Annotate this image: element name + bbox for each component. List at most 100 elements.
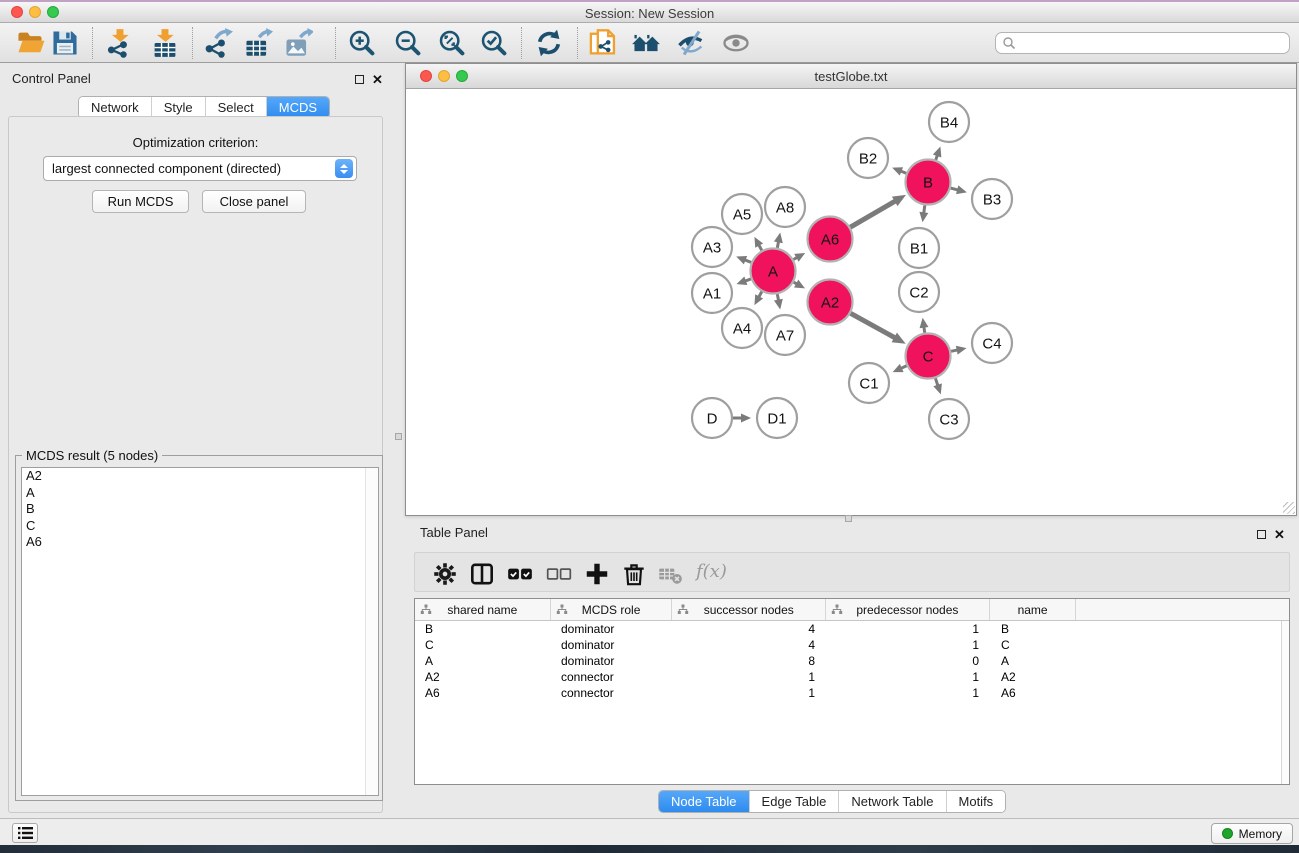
mcds-result-item[interactable]: A2 — [22, 468, 378, 485]
table-cell[interactable]: 1 — [673, 685, 827, 701]
select-all-button[interactable] — [506, 560, 534, 588]
network-edge[interactable] — [951, 350, 958, 351]
table-row[interactable]: Adominator80A — [415, 653, 1289, 669]
import-network-button[interactable] — [105, 28, 135, 58]
close-panel-icon[interactable]: ✕ — [1274, 529, 1285, 540]
network-edge[interactable] — [850, 201, 895, 227]
tab-edge-table[interactable]: Edge Table — [749, 791, 839, 812]
table-cell[interactable]: B — [991, 621, 1078, 637]
table-cell[interactable]: 4 — [673, 621, 827, 637]
search-input[interactable] — [1016, 34, 1289, 52]
show-all-networks-button[interactable] — [631, 28, 661, 58]
tab-network[interactable]: Network — [79, 97, 151, 118]
mcds-result-item[interactable]: A — [22, 485, 378, 502]
column-header[interactable]: successor nodes — [672, 599, 826, 620]
memory-button[interactable]: Memory — [1211, 823, 1293, 844]
table-cell[interactable]: 1 — [827, 685, 991, 701]
mcds-result-item[interactable]: A6 — [22, 534, 378, 551]
tab-motifs[interactable]: Motifs — [946, 791, 1006, 812]
table-cell[interactable]: 8 — [673, 653, 827, 669]
table-cell[interactable]: connector — [551, 685, 673, 701]
deselect-all-button[interactable] — [545, 560, 573, 588]
table-cell[interactable]: A6 — [415, 685, 551, 701]
split-divider-handle[interactable] — [395, 433, 402, 440]
search-box[interactable] — [995, 32, 1290, 54]
close-panel-icon[interactable]: ✕ — [372, 74, 383, 85]
network-edge[interactable] — [951, 188, 958, 190]
show-graphics-details-button[interactable] — [721, 28, 751, 58]
network-canvas[interactable]: B4B2BB3A8A5A6A3B1AC2A1A2A4A7C4CC1C3DD1 — [406, 89, 1296, 515]
show-hide-columns-button[interactable] — [468, 560, 496, 588]
network-edge[interactable] — [851, 313, 896, 338]
table-cell[interactable]: 1 — [827, 621, 991, 637]
import-table-button[interactable] — [150, 28, 180, 58]
table-cell[interactable]: 4 — [673, 637, 827, 653]
table-cell[interactable]: dominator — [551, 653, 673, 669]
function-builder-button[interactable]: f(x) — [696, 561, 727, 582]
table-cell[interactable]: connector — [551, 669, 673, 685]
table-row[interactable]: A2connector11A2 — [415, 669, 1289, 685]
column-header[interactable]: predecessor nodes — [826, 599, 990, 620]
export-table-button[interactable] — [243, 28, 273, 58]
duplicate-network-button[interactable] — [588, 28, 618, 58]
tab-select[interactable]: Select — [205, 97, 266, 118]
hide-graphics-details-button[interactable] — [676, 28, 706, 58]
table-scrollbar[interactable] — [1281, 621, 1289, 784]
delete-columns-button[interactable] — [620, 560, 648, 588]
tab-network-table[interactable]: Network Table — [838, 791, 945, 812]
network-edge[interactable] — [935, 378, 938, 386]
table-cell[interactable]: 1 — [827, 637, 991, 653]
tab-style[interactable]: Style — [151, 97, 205, 118]
open-session-button[interactable] — [15, 28, 45, 58]
delete-table-button[interactable] — [656, 560, 684, 588]
column-header[interactable]: MCDS role — [551, 599, 673, 620]
tab-node-table[interactable]: Node Table — [659, 791, 749, 812]
table-cell[interactable]: C — [415, 637, 551, 653]
table-cell[interactable]: B — [415, 621, 551, 637]
mcds-result-item[interactable]: C — [22, 518, 378, 535]
close-panel-button[interactable]: Close panel — [202, 190, 306, 213]
network-edge[interactable] — [745, 260, 752, 263]
mcds-result-item[interactable]: B — [22, 501, 378, 518]
table-cell[interactable]: 1 — [673, 669, 827, 685]
table-row[interactable]: Cdominator41C — [415, 637, 1289, 653]
zoom-fit-button[interactable] — [437, 28, 467, 58]
table-cell[interactable]: 1 — [827, 669, 991, 685]
column-header[interactable]: shared name — [415, 599, 551, 620]
export-network-button[interactable] — [203, 28, 233, 58]
float-panel-icon[interactable] — [355, 75, 364, 84]
table-cell[interactable]: A — [991, 653, 1078, 669]
apply-layout-button[interactable] — [534, 28, 564, 58]
resize-grip-icon[interactable] — [1283, 502, 1295, 514]
criterion-select[interactable]: largest connected component (directed) — [43, 156, 357, 181]
table-cell[interactable]: dominator — [551, 621, 673, 637]
mcds-list-scrollbar[interactable] — [365, 468, 378, 795]
zoom-selected-button[interactable] — [479, 28, 509, 58]
export-image-button[interactable] — [283, 28, 313, 58]
create-column-button[interactable] — [583, 560, 611, 588]
float-panel-icon[interactable] — [1257, 530, 1266, 539]
run-mcds-button[interactable]: Run MCDS — [92, 190, 189, 213]
node-label: C — [923, 348, 934, 365]
table-panel-title: Table Panel — [420, 525, 488, 540]
table-cell[interactable]: A2 — [991, 669, 1078, 685]
table-settings-button[interactable] — [431, 560, 459, 588]
table-cell[interactable]: dominator — [551, 637, 673, 653]
table-cell[interactable]: C — [991, 637, 1078, 653]
table-cell[interactable]: A — [415, 653, 551, 669]
table-cell[interactable]: A6 — [991, 685, 1078, 701]
toolbar-separator — [92, 27, 93, 59]
table-row[interactable]: Bdominator41B — [415, 621, 1289, 637]
zoom-out-button[interactable] — [393, 28, 423, 58]
table-cell[interactable]: 0 — [827, 653, 991, 669]
network-edge[interactable] — [924, 205, 925, 213]
task-history-button[interactable] — [12, 823, 38, 843]
tab-mcds[interactable]: MCDS — [266, 97, 329, 118]
delete-table-icon — [656, 560, 684, 588]
edge-arrowhead-icon — [919, 212, 928, 223]
zoom-in-button[interactable] — [347, 28, 377, 58]
table-row[interactable]: A6connector11A6 — [415, 685, 1289, 701]
table-cell[interactable]: A2 — [415, 669, 551, 685]
column-header[interactable]: name — [990, 599, 1077, 620]
save-session-button[interactable] — [50, 28, 80, 58]
